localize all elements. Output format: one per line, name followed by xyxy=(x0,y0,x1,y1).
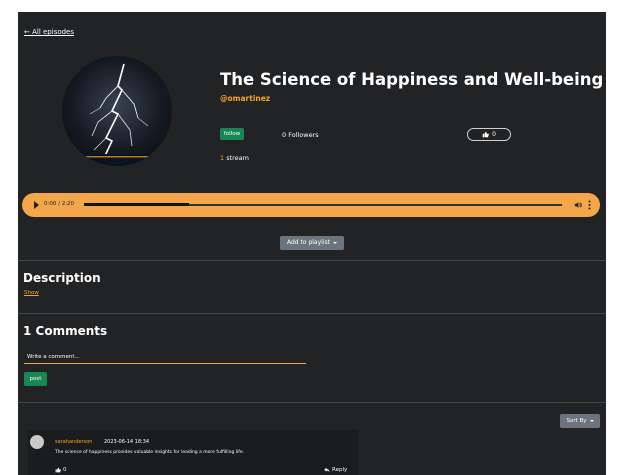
stream-count: 1 stream xyxy=(220,154,249,162)
stream-label: stream xyxy=(226,154,249,162)
comment-input[interactable] xyxy=(24,351,306,364)
audio-player[interactable]: 0:00 / 2:20 xyxy=(22,193,600,217)
follow-button[interactable]: follow xyxy=(220,128,244,140)
divider xyxy=(18,313,606,314)
like-count: 0 xyxy=(492,131,496,138)
comment-reply-label: Reply xyxy=(332,467,348,473)
add-to-playlist-label: Add to playlist xyxy=(287,239,330,246)
divider xyxy=(18,402,606,403)
episode-title: The Science of Happiness and Well-being xyxy=(220,70,604,89)
back-to-episodes-link[interactable]: ← All episodes xyxy=(24,28,74,36)
sort-by-label: Sort By xyxy=(566,418,587,424)
more-options-icon[interactable] xyxy=(588,200,591,210)
followers-count: 0 Followers xyxy=(282,131,319,139)
play-icon[interactable] xyxy=(34,201,39,209)
description-heading: Description xyxy=(23,271,101,285)
like-button[interactable]: 0 xyxy=(467,128,511,141)
audio-progress-track[interactable] xyxy=(84,203,562,206)
divider xyxy=(18,260,606,261)
page-frame: ← All episodes The Science of Happiness … xyxy=(18,12,606,475)
comment-like-button[interactable]: 0 xyxy=(55,467,67,473)
post-comment-button[interactable]: post xyxy=(24,372,47,386)
volume-icon[interactable] xyxy=(574,201,582,209)
comments-heading: 1 Comments xyxy=(23,324,108,338)
comment-reply-button[interactable]: Reply xyxy=(324,467,347,473)
chevron-down-icon xyxy=(589,419,594,422)
audio-time: 0:00 / 2:20 xyxy=(44,201,75,207)
episode-author[interactable]: @omartinez xyxy=(220,94,270,103)
avatar xyxy=(30,435,44,449)
comment-author[interactable]: sarahanderson xyxy=(55,439,92,445)
stream-number: 1 xyxy=(220,154,225,162)
description-show-link[interactable]: Show xyxy=(24,290,39,296)
thumbs-up-icon xyxy=(55,467,61,473)
add-to-playlist-button[interactable]: Add to playlist xyxy=(280,236,344,250)
reply-icon xyxy=(324,467,330,473)
comment-item: sarahanderson 2023-06-14 18:34 The scien… xyxy=(28,430,358,475)
sort-by-button[interactable]: Sort By xyxy=(560,414,600,428)
episode-cover-image xyxy=(62,56,172,166)
chevron-down-icon xyxy=(332,241,337,244)
comment-text: The science of happiness provides valuab… xyxy=(55,450,245,455)
comment-date: 2023-06-14 18:34 xyxy=(104,439,150,445)
lightning-icon xyxy=(62,63,172,166)
comment-like-count: 0 xyxy=(63,467,67,473)
audio-progress-fill xyxy=(84,203,190,206)
thumbs-up-icon xyxy=(482,131,489,138)
